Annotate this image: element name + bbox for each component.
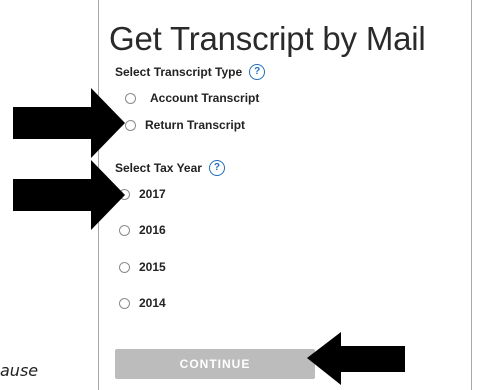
tax-year-section-label: Select Tax Year ?	[115, 160, 225, 176]
radio-return-transcript[interactable]: Return Transcript	[125, 118, 245, 132]
radio-button[interactable]	[125, 119, 136, 131]
transcript-type-label: Select Transcript Type	[115, 65, 243, 79]
radio-label-2017: 2017	[139, 187, 166, 201]
arrow-icon-continue	[307, 332, 405, 385]
caption-text: ause	[0, 361, 39, 380]
radio-button[interactable]	[125, 92, 136, 104]
transcript-type-help-icon[interactable]: ?	[249, 64, 266, 80]
get-transcript-panel: Get Transcript by Mail Select Transcript…	[98, 0, 472, 390]
radio-label-2015: 2015	[139, 260, 166, 274]
page-title: Get Transcript by Mail	[109, 20, 426, 57]
transcript-type-section-label: Select Transcript Type ?	[115, 64, 266, 80]
radio-year-2017[interactable]: 2017	[119, 187, 166, 201]
continue-button[interactable]: CONTINUE	[115, 349, 315, 379]
radio-label-account-transcript: Account Transcript	[150, 91, 260, 105]
radio-button[interactable]	[119, 297, 130, 309]
tax-year-label: Select Tax Year	[115, 161, 202, 175]
radio-year-2015[interactable]: 2015	[119, 260, 166, 274]
radio-account-transcript[interactable]: Account Transcript	[125, 91, 259, 105]
tax-year-help-icon[interactable]: ?	[208, 160, 225, 176]
arrow-icon-year-2017	[13, 160, 125, 230]
radio-year-2016[interactable]: 2016	[119, 223, 166, 237]
radio-label-2016: 2016	[139, 223, 166, 237]
radio-year-2014[interactable]: 2014	[119, 296, 166, 310]
radio-label-2014: 2014	[139, 296, 166, 310]
radio-label-return-transcript: Return Transcript	[145, 118, 246, 132]
radio-button[interactable]	[119, 261, 130, 273]
arrow-icon-return-transcript	[13, 88, 125, 158]
